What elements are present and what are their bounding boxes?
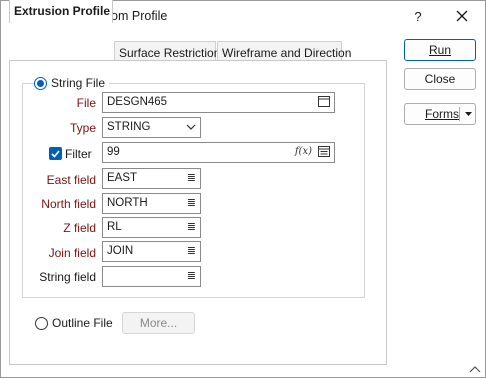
type-value: STRING bbox=[107, 121, 151, 133]
z-field-label: Z field bbox=[63, 221, 96, 235]
forms-dropdown-icon[interactable] bbox=[464, 104, 473, 130]
list-picker-icon[interactable]: ≣ bbox=[187, 269, 196, 282]
run-button[interactable]: Run bbox=[404, 39, 476, 61]
close-window-button[interactable] bbox=[447, 5, 477, 27]
filter-value: 99 bbox=[107, 146, 120, 158]
forms-button[interactable]: Forms bbox=[404, 103, 476, 125]
list-picker-icon[interactable]: ≣ bbox=[187, 244, 196, 257]
list-picker-icon[interactable]: ≣ bbox=[187, 196, 196, 209]
type-label: Type bbox=[69, 121, 96, 135]
north-field-value: NORTH bbox=[107, 197, 148, 209]
tab-extrusion-profile[interactable]: Extrusion Profile bbox=[9, 0, 113, 23]
filter-input[interactable]: 99 f(x) bbox=[102, 142, 335, 163]
filter-checkbox[interactable] bbox=[49, 147, 62, 160]
filter-list-icon[interactable] bbox=[318, 146, 330, 160]
string-field-input[interactable]: ≣ bbox=[102, 266, 201, 287]
expression-icon[interactable]: f(x) bbox=[295, 146, 312, 157]
file-input[interactable]: DESGN465 bbox=[102, 92, 335, 113]
z-field-input[interactable]: RL ≣ bbox=[102, 217, 201, 238]
north-field-label: North field bbox=[41, 197, 96, 211]
file-label: File bbox=[76, 96, 96, 110]
z-field-value: RL bbox=[107, 221, 122, 233]
string-file-option[interactable]: String File bbox=[34, 76, 110, 90]
dialog-window: Surface or Solid from Profile ? Extrusio… bbox=[0, 0, 486, 378]
east-field-input[interactable]: EAST ≣ bbox=[102, 168, 201, 189]
outline-file-option[interactable]: Outline File bbox=[35, 316, 117, 330]
join-field-value: JOIN bbox=[107, 245, 134, 257]
join-field-label: Join field bbox=[48, 246, 96, 260]
checkmark-icon bbox=[51, 149, 60, 158]
north-field-input[interactable]: NORTH ≣ bbox=[102, 193, 201, 214]
type-select[interactable]: STRING bbox=[102, 117, 201, 138]
list-picker-icon[interactable]: ≣ bbox=[187, 220, 196, 233]
run-button-label: Run bbox=[428, 43, 451, 57]
chevron-up-icon[interactable] bbox=[469, 362, 481, 376]
more-button[interactable]: More... bbox=[122, 312, 195, 334]
string-field-label: String field bbox=[39, 270, 96, 284]
file-value: DESGN465 bbox=[107, 96, 168, 108]
help-button[interactable]: ? bbox=[403, 5, 433, 27]
close-button[interactable]: Close bbox=[404, 68, 476, 90]
chevron-down-icon bbox=[186, 122, 196, 134]
close-icon bbox=[456, 10, 468, 22]
filter-label: Filter bbox=[65, 147, 92, 161]
list-picker-icon[interactable]: ≣ bbox=[187, 171, 196, 184]
join-field-input[interactable]: JOIN ≣ bbox=[102, 241, 201, 262]
outline-file-label: Outline File bbox=[52, 316, 113, 330]
east-field-label: East field bbox=[46, 173, 96, 187]
string-file-radio[interactable] bbox=[34, 76, 47, 90]
forms-button-label: Forms bbox=[425, 107, 459, 121]
outline-file-radio[interactable] bbox=[35, 316, 48, 330]
browse-file-icon[interactable] bbox=[318, 96, 330, 110]
string-file-label: String File bbox=[51, 76, 106, 90]
east-field-value: EAST bbox=[107, 172, 138, 184]
forms-divider bbox=[459, 107, 460, 121]
